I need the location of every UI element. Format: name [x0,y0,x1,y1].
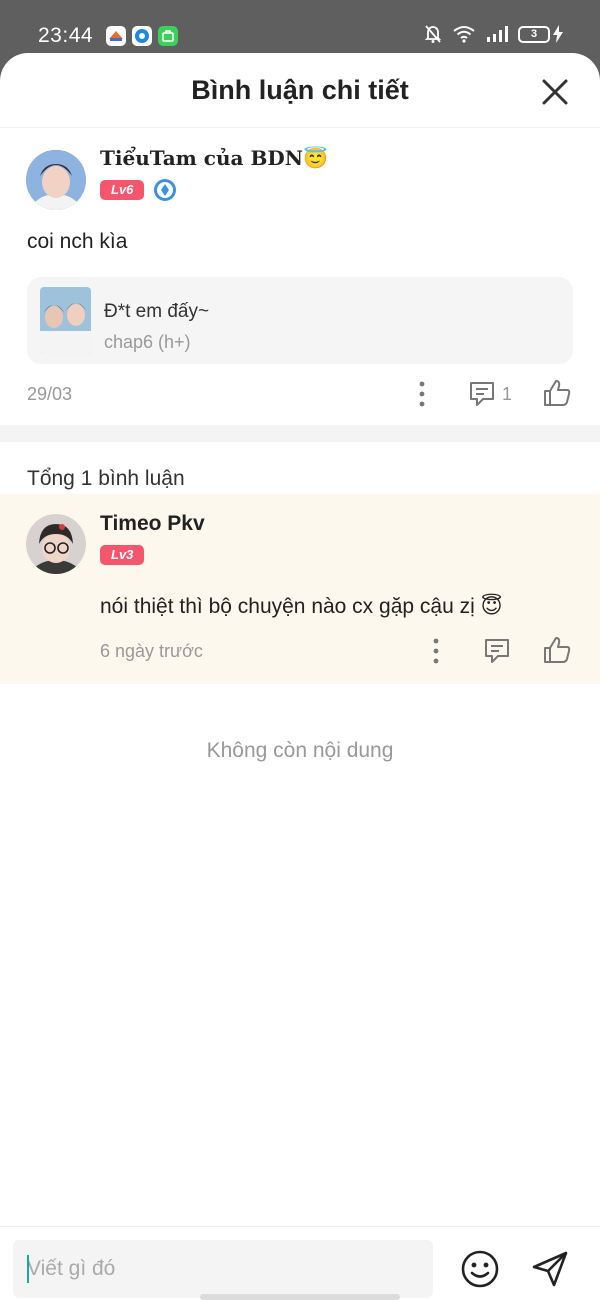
reply-icon[interactable] [468,380,496,408]
chapter-thumbnail [40,287,91,354]
comment-text: coi nch kìa [27,230,128,253]
chapter-subtitle: chap6 (h+) [104,332,191,352]
chapter-title: Đ*t em đấy~ [104,301,210,322]
reply-count: 1 [502,384,513,404]
avatar[interactable] [26,150,86,210]
comment-detail-sheet: Bình luận chi tiết TiểuTam của BDN😇 Lv6 … [0,53,600,1300]
comment-input[interactable]: Viết gì đó [13,1240,433,1298]
comment-date: 29/03 [27,384,73,404]
reply-item: Timeo Pkv Lv3 nói thiệt thì bộ chuyện nà… [0,494,600,684]
wifi-icon [453,26,475,43]
home-indicator [200,1294,400,1300]
like-icon[interactable] [542,378,572,408]
send-icon[interactable] [530,1249,570,1289]
more-icon[interactable] [412,380,432,408]
sheet-header: Bình luận chi tiết [0,53,600,128]
notification-icons [106,26,178,46]
end-of-content-label: Không còn nội dung [206,739,394,762]
avatar[interactable] [26,514,86,574]
section-divider [0,425,600,442]
text-cursor [27,1255,29,1283]
level-badge: Lv6 [100,180,145,200]
status-bar: 23:44 3 [0,0,600,60]
emoji-icon[interactable] [460,1249,500,1289]
battery-icon: 3 [518,25,550,43]
level-badge: Lv3 [100,545,145,565]
more-icon[interactable] [426,637,446,665]
reply-icon[interactable] [483,637,511,665]
username[interactable]: Timeo Pkv [100,512,205,536]
store-notification-icon [158,26,178,46]
comment-composer: Viết gì đó [0,1226,600,1300]
main-comment: TiểuTam của BDN😇 Lv6 coi nch kìa Đ*t em … [0,128,600,425]
username[interactable]: TiểuTam của BDN😇 [100,146,328,170]
status-time: 23:44 [38,24,94,47]
quoted-chapter-card[interactable]: Đ*t em đấy~ chap6 (h+) [27,277,573,364]
status-icons: 3 [424,24,564,44]
app-notification-icon [106,26,126,46]
vip-icon [154,179,176,201]
mute-bell-icon [424,25,442,43]
total-comments-label: Tổng 1 bình luận [27,467,185,490]
page-title: Bình luận chi tiết [191,75,409,105]
browser-notification-icon [132,26,152,46]
charging-icon [553,25,563,43]
signal-icon [487,26,508,42]
reply-text: nói thiệt thì bộ chuyện nào cx gặp cậu z… [100,595,503,618]
reply-time: 6 ngày trước [100,641,203,661]
like-icon[interactable] [542,635,572,665]
close-icon[interactable] [540,77,570,107]
